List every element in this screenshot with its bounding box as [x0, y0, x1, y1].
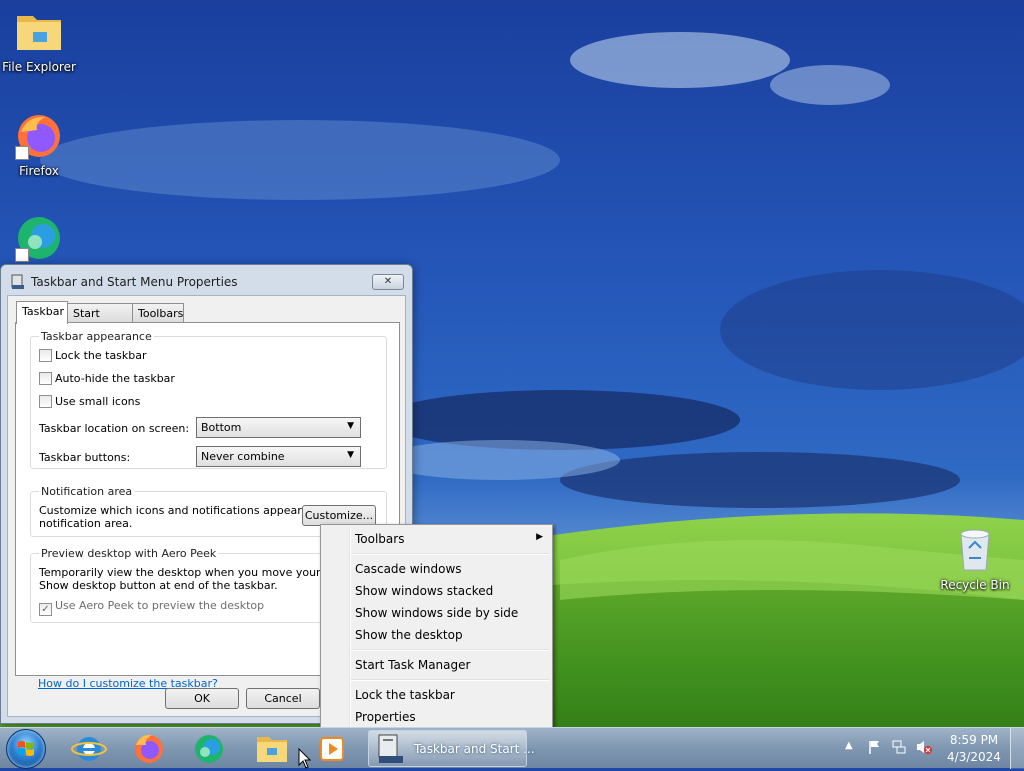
- tab-toolbars[interactable]: Toolbars: [132, 303, 184, 322]
- taskbar-pin-edge[interactable]: [182, 731, 236, 767]
- clock-date[interactable]: 4/3/2024: [944, 750, 1004, 764]
- desktop-icon-recycle-bin[interactable]: Recycle Bin: [937, 526, 1013, 592]
- tab-taskbar[interactable]: Taskbar: [16, 301, 68, 324]
- edge-icon: [195, 735, 223, 763]
- desktop-icon-label: File Explorer: [2, 60, 76, 74]
- windows-logo-icon: [18, 741, 34, 756]
- checkbox-box[interactable]: [39, 372, 52, 385]
- recycle-bin-icon: [951, 526, 999, 574]
- menu-item-properties[interactable]: Properties: [324, 706, 549, 728]
- checkbox-label: Use Aero Peek to preview the desktop: [55, 599, 265, 612]
- lock-taskbar-checkbox[interactable]: Lock the taskbar: [39, 349, 147, 365]
- aero-peek-checkbox[interactable]: ✓ Use Aero Peek to preview the desktop: [39, 599, 265, 616]
- cancel-button[interactable]: Cancel: [246, 688, 320, 709]
- taskbar-location-select[interactable]: Bottom ▼: [196, 417, 361, 438]
- folder-icon: [257, 737, 287, 762]
- dropdown-arrow-icon: ▼: [347, 421, 354, 431]
- folder-icon: [15, 8, 63, 56]
- taskbar-pin-media-player[interactable]: [305, 731, 357, 767]
- clock-time[interactable]: 8:59 PM: [948, 733, 1000, 747]
- menu-separator: [351, 553, 549, 555]
- menu-item-label: Toolbars: [355, 532, 405, 546]
- menu-item-lock-taskbar[interactable]: Lock the taskbar: [324, 684, 549, 706]
- checkbox-label: Use small icons: [55, 395, 141, 408]
- dialog-titlebar[interactable]: Taskbar and Start Menu Properties ✕: [1, 265, 412, 295]
- edge-icon: [15, 214, 63, 262]
- ok-button[interactable]: OK: [165, 688, 239, 709]
- select-value: Never combine: [201, 450, 285, 463]
- notification-text-2: notification area.: [39, 517, 133, 530]
- start-button[interactable]: [6, 729, 46, 769]
- dialog-title: Taskbar and Start Menu Properties: [31, 275, 238, 289]
- customize-button[interactable]: Customize...: [302, 505, 376, 526]
- auto-hide-checkbox[interactable]: Auto-hide the taskbar: [39, 372, 175, 388]
- taskbar-properties-icon: [378, 734, 403, 763]
- checkbox-box[interactable]: [39, 395, 52, 408]
- taskbar[interactable]: Taskbar and Start ... ▲ 8:59 PM 4/3/2024: [0, 727, 1024, 769]
- taskbar-buttons-select[interactable]: Never combine ▼: [196, 446, 361, 467]
- desktop-icon-edge[interactable]: [1, 214, 77, 266]
- taskbar-button-taskbar-properties[interactable]: Taskbar and Start ...: [368, 730, 535, 767]
- menu-item-show-desktop[interactable]: Show the desktop: [324, 624, 549, 646]
- firefox-icon: [15, 112, 63, 160]
- desktop-icon-label: Firefox: [19, 164, 59, 178]
- shortcut-arrow-icon: [15, 248, 29, 262]
- taskbar-pin-firefox[interactable]: [122, 731, 176, 767]
- shortcut-arrow-icon: [15, 146, 29, 160]
- volume-muted-icon[interactable]: [915, 739, 933, 755]
- checkbox-box[interactable]: [39, 349, 52, 362]
- checkbox-label: Lock the taskbar: [55, 349, 147, 362]
- notification-text-1: Customize which icons and notifications …: [39, 504, 337, 517]
- dropdown-arrow-icon: ▼: [347, 450, 354, 460]
- show-desktop-button[interactable]: [1010, 728, 1024, 769]
- menu-separator: [351, 649, 549, 651]
- desktop-icon-firefox[interactable]: Firefox: [1, 112, 77, 178]
- aero-text-2: Show desktop button at end of the taskba…: [39, 579, 278, 592]
- action-center-flag-icon[interactable]: [867, 739, 883, 755]
- network-icon[interactable]: [891, 739, 907, 755]
- internet-explorer-icon: [71, 737, 107, 761]
- taskbar-appearance-group: Taskbar appearance Lock the taskbar Auto…: [30, 330, 387, 469]
- menu-separator: [351, 679, 549, 681]
- menu-item-cascade[interactable]: Cascade windows: [324, 558, 549, 580]
- submenu-arrow-icon: ▶: [536, 532, 543, 542]
- taskbar-properties-icon: [11, 274, 25, 293]
- menu-item-side-by-side[interactable]: Show windows side by side: [324, 602, 549, 624]
- menu-item-task-manager[interactable]: Start Task Manager: [324, 654, 549, 676]
- desktop-icon-file-explorer[interactable]: File Explorer: [1, 8, 77, 74]
- aero-text-1: Temporarily view the desktop when you mo…: [39, 566, 361, 579]
- group-title: Taskbar appearance: [39, 330, 154, 343]
- menu-item-toolbars[interactable]: Toolbars ▶: [324, 528, 549, 550]
- location-label: Taskbar location on screen:: [39, 422, 190, 435]
- group-title: Notification area: [39, 485, 135, 498]
- mouse-cursor-icon: [298, 748, 312, 769]
- taskbar-pin-internet-explorer[interactable]: [62, 731, 116, 767]
- checkbox-box[interactable]: ✓: [39, 603, 52, 616]
- firefox-icon: [135, 734, 163, 763]
- taskbar-context-menu: Toolbars ▶ Cascade windows Show windows …: [320, 524, 553, 731]
- close-button[interactable]: ✕: [372, 274, 404, 290]
- menu-item-stacked[interactable]: Show windows stacked: [324, 580, 549, 602]
- buttons-label: Taskbar buttons:: [39, 451, 131, 464]
- small-icons-checkbox[interactable]: Use small icons: [39, 395, 140, 411]
- media-player-icon: [320, 737, 344, 761]
- taskbar-pin-file-explorer[interactable]: [245, 731, 299, 767]
- close-icon: ✕: [383, 276, 393, 287]
- desktop-icon-label: Recycle Bin: [940, 578, 1010, 592]
- show-hidden-icons-icon[interactable]: ▲: [845, 740, 853, 751]
- select-value: Bottom: [201, 421, 242, 434]
- tab-start-menu[interactable]: Start Menu: [67, 303, 133, 333]
- checkbox-label: Auto-hide the taskbar: [55, 372, 175, 385]
- taskbar-button-label: Taskbar and Start ...: [414, 742, 535, 756]
- group-title: Preview desktop with Aero Peek: [39, 547, 219, 560]
